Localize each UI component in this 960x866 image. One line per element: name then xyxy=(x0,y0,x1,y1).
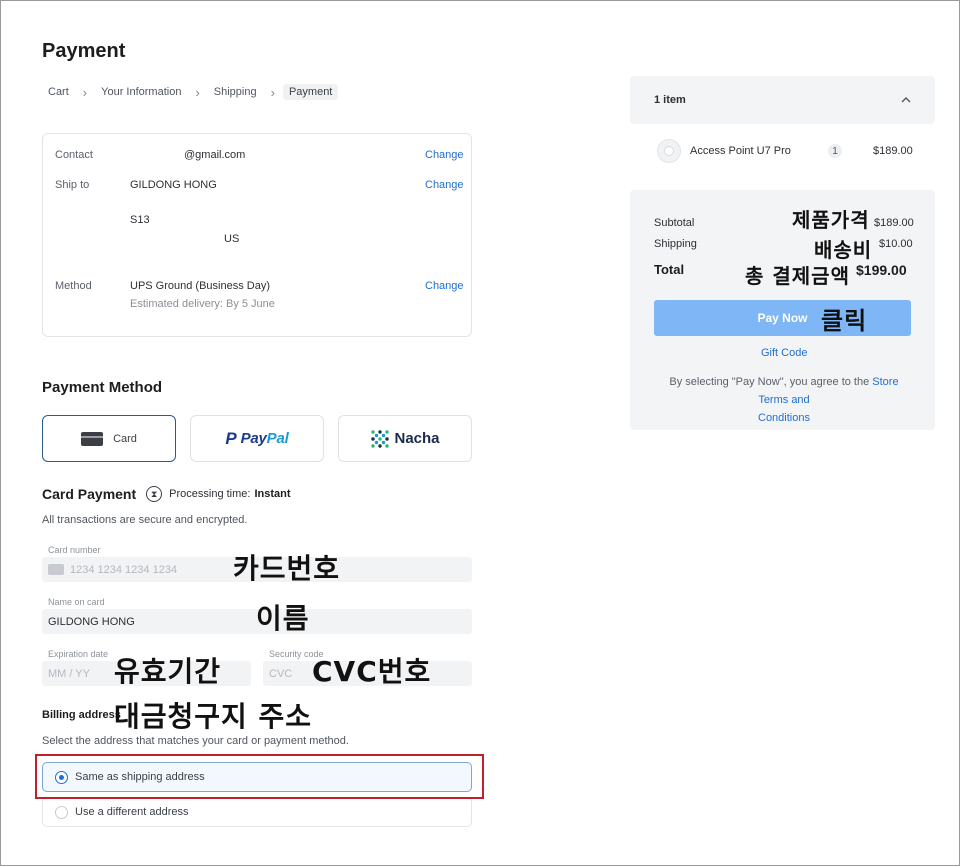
card-payment-heading: Card Payment xyxy=(42,486,137,502)
annotation-product-price: 제품가격 xyxy=(792,208,870,232)
terms-prefix: By selecting "Pay Now", you agree to the xyxy=(669,376,873,388)
card-number-label: Card number xyxy=(48,545,101,555)
shipping-method-value: UPS Ground (Business Day) xyxy=(130,280,270,292)
method-label: Method xyxy=(55,280,92,292)
highlight-box xyxy=(35,754,484,799)
annotation-card-number: 카드번호 xyxy=(233,552,341,585)
ship-to-country: US xyxy=(224,233,240,245)
card-option-label: Card xyxy=(113,432,137,445)
chevron-right-icon: › xyxy=(195,84,200,100)
payment-option-nacha[interactable]: Nacha xyxy=(338,415,472,462)
breadcrumb-shipping[interactable]: Shipping xyxy=(208,84,263,100)
radio-unselected-icon xyxy=(55,805,68,819)
ship-to-name: GILDONG HONG xyxy=(130,179,217,191)
billing-option-label: Use a different address xyxy=(75,806,189,818)
pay-now-label: Pay Now xyxy=(757,311,808,325)
card-payment-header: Card Payment ⧗ Processing time: Instant xyxy=(42,486,291,502)
payment-method-heading: Payment Method xyxy=(42,379,163,396)
item-quantity-badge: 1 xyxy=(828,144,842,158)
item-name: Access Point U7 Pro xyxy=(690,145,791,157)
change-method-link[interactable]: Change xyxy=(425,280,464,292)
item-price: $189.00 xyxy=(873,145,913,157)
annotation-click: 클릭 xyxy=(821,307,868,335)
ship-to-label: Ship to xyxy=(55,179,90,191)
annotation-shipping-fee: 배송비 xyxy=(814,238,873,262)
processing-time-label: Processing time: xyxy=(169,488,251,500)
breadcrumb: Cart › Your Information › Shipping › Pay… xyxy=(42,84,339,100)
processing-time-value: Instant xyxy=(254,488,291,500)
chevron-up-icon[interactable] xyxy=(900,95,912,105)
item-count: 1 item xyxy=(654,94,686,106)
order-info-box: Contact @gmail.com Change Ship to GILDON… xyxy=(42,133,472,337)
breadcrumb-payment: Payment xyxy=(282,84,339,100)
breadcrumb-cart[interactable]: Cart xyxy=(42,84,75,100)
annotation-expiry: 유효기간 xyxy=(114,655,222,688)
payment-option-card[interactable]: Card xyxy=(42,415,176,462)
change-ship-to-link[interactable]: Change xyxy=(425,179,464,191)
subtotal-label: Subtotal xyxy=(654,217,695,229)
order-item-row: Access Point U7 Pro 1 $189.00 xyxy=(630,130,935,174)
shipping-label: Shipping xyxy=(654,238,697,250)
annotation-name: 이름 xyxy=(256,602,310,635)
paypal-pay-text: Pay xyxy=(240,430,267,447)
shipping-value: $10.00 xyxy=(879,238,913,250)
card-number-placeholder: 1234 1234 1234 1234 xyxy=(70,563,178,576)
billing-option-different-address[interactable]: Use a different address xyxy=(42,797,472,827)
name-on-card-label: Name on card xyxy=(48,597,105,607)
paypal-pal-text: Pal xyxy=(266,430,289,447)
paypal-p-icon: P xyxy=(225,428,237,448)
contact-label: Contact xyxy=(55,149,93,161)
credit-card-icon xyxy=(81,431,104,446)
annotation-total-payment: 총 결제금액 xyxy=(745,264,850,288)
payment-option-paypal[interactable]: P Pay Pal xyxy=(190,415,324,462)
subtotal-value: $189.00 xyxy=(874,217,914,229)
chevron-right-icon: › xyxy=(270,84,275,100)
estimated-delivery: Estimated delivery: By 5 June xyxy=(130,298,275,310)
annotation-billing: 대금청구지 주소 xyxy=(114,700,313,733)
total-label: Total xyxy=(654,262,685,277)
billing-address-note: Select the address that matches your car… xyxy=(42,735,349,747)
billing-address-heading: Billing address xyxy=(42,709,121,721)
card-brand-icon xyxy=(48,564,64,575)
paypal-logo: P Pay Pal xyxy=(225,429,288,449)
name-on-card-value: GILDONG HONG xyxy=(48,615,135,628)
annotation-cvc: CVC번호 xyxy=(312,655,432,688)
page-title: Payment xyxy=(42,40,126,62)
change-contact-link[interactable]: Change xyxy=(425,149,464,161)
nacha-logo: Nacha xyxy=(370,429,440,449)
expiration-date-placeholder: MM / YY xyxy=(48,667,90,680)
chevron-right-icon: › xyxy=(82,84,88,100)
terms-notice: By selecting "Pay Now", you agree to the… xyxy=(654,373,914,427)
total-value: $199.00 xyxy=(856,262,907,278)
ship-to-address-line: S13 xyxy=(130,214,150,226)
gift-code-link[interactable]: Gift Code xyxy=(761,347,807,359)
secure-note: All transactions are secure and encrypte… xyxy=(42,514,248,526)
nacha-dots-icon xyxy=(371,429,390,448)
expiration-date-label: Expiration date xyxy=(48,649,109,659)
order-items-header[interactable]: 1 item xyxy=(630,76,935,124)
hourglass-icon: ⧗ xyxy=(146,486,163,502)
security-code-placeholder: CVC xyxy=(269,667,293,680)
conditions-link[interactable]: Conditions xyxy=(758,412,810,424)
breadcrumb-your-information[interactable]: Your Information xyxy=(95,84,187,100)
product-thumbnail xyxy=(657,139,681,163)
pay-now-button[interactable]: Pay Now xyxy=(654,300,911,336)
contact-value: @gmail.com xyxy=(184,149,246,161)
nacha-label: Nacha xyxy=(394,430,440,447)
